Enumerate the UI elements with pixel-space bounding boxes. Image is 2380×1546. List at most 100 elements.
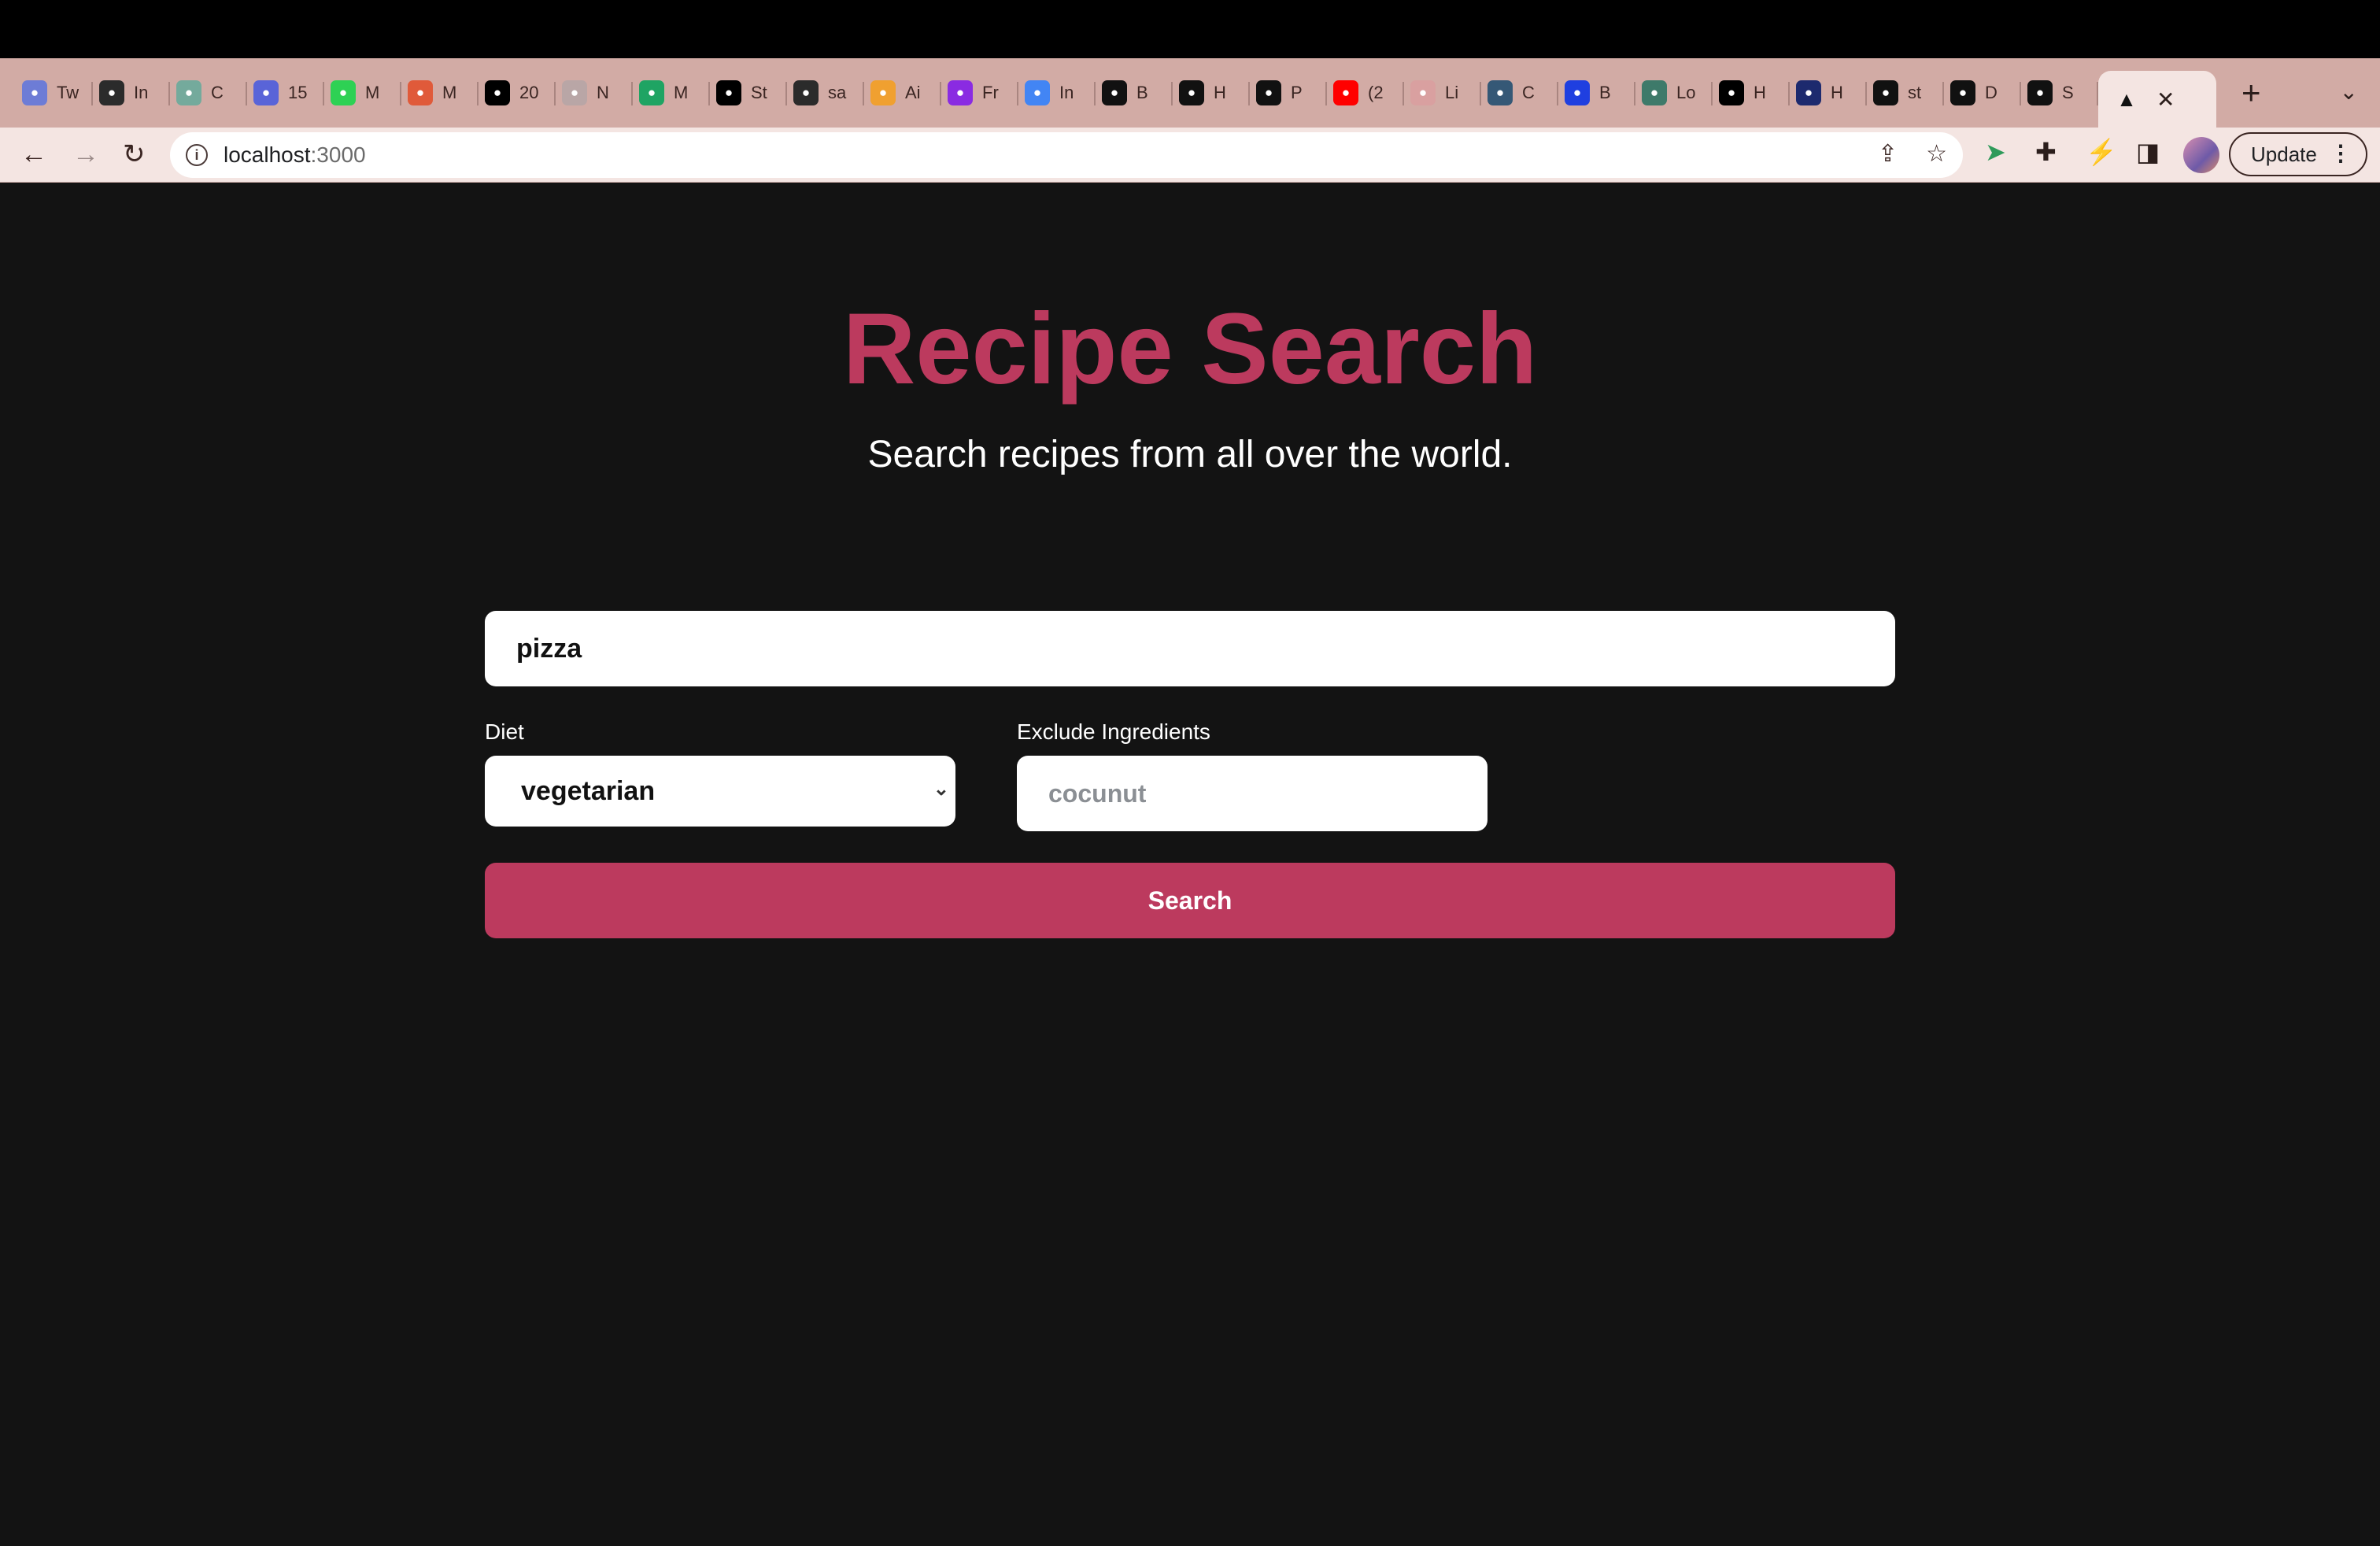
tab-label: M [442,83,457,102]
new-tab-button[interactable]: + [2241,76,2261,109]
close-icon[interactable]: ✕ [2156,87,2175,113]
back-icon[interactable]: ← [20,139,47,170]
tab-item[interactable]: ● M [633,68,710,118]
tds-icon: ● [1488,80,1513,105]
youtube-icon: ● [1333,80,1358,105]
wave-icon: ● [253,80,279,105]
tab-label: B [1599,83,1611,102]
tab-item[interactable]: ● st [1867,68,1944,118]
page-subtitle: Search recipes from all over the world. [867,434,1513,475]
bolt-icon[interactable]: ⚡ [2086,137,2117,167]
tab-label: P [1291,83,1303,102]
note-icon: ● [870,80,896,105]
search-input[interactable] [485,611,1895,686]
tab-item[interactable]: ● 20 [479,68,556,118]
tab-label: sa [828,83,847,102]
tab-label: In [134,83,149,102]
note-icon: ● [948,80,973,105]
tab-label: B [1136,83,1148,102]
code-icon: ● [331,80,356,105]
p-circle-icon: ● [1179,80,1204,105]
tab-label: M [674,83,689,102]
tab-item[interactable]: ● H [1173,68,1250,118]
tab-label: (2 [1368,83,1384,102]
update-button[interactable]: Update ⋮ [2229,132,2367,176]
tab-item[interactable]: ● C [1481,68,1558,118]
tab-label: C [211,83,224,102]
tab-label: St [751,83,767,102]
tab-label: Lo [1676,83,1696,102]
diet-select[interactable]: vegetarian ⌄ [485,756,955,827]
tab-item[interactable]: ● M [324,68,401,118]
tab-item[interactable]: ● Tw [16,68,93,118]
url-text: localhost:3000 [224,142,366,167]
tab-label: Li [1445,83,1459,102]
chevron-down-icon: ⌄ [933,779,949,800]
info-icon[interactable]: i [186,144,208,166]
diet-value: vegetarian [521,775,656,806]
tab-label: In [1059,83,1074,102]
bars-icon: ● [1950,80,1975,105]
chart-trend-icon: ● [22,80,47,105]
tab-item[interactable]: ● 15 [247,68,324,118]
page-title: Recipe Search [842,293,1538,405]
exclude-ingredients-input[interactable] [1017,756,1488,831]
circle-icon: ● [562,80,587,105]
tab-item[interactable]: ● B [1096,68,1173,118]
cloud-icon: ● [1025,80,1050,105]
puzzle-icon[interactable]: ✚ [2035,137,2057,167]
tab-item[interactable]: ● H [1713,68,1790,118]
tab-item[interactable]: ● D [1944,68,2021,118]
update-label: Update [2251,142,2317,166]
tab-item[interactable]: ● P [1250,68,1327,118]
tab-label: S [2062,83,2074,102]
send-icon[interactable]: ➤ [1985,137,2006,167]
exclude-label: Exclude Ingredients [1017,719,1210,744]
globe-icon: ● [793,80,819,105]
tab-active[interactable]: ▲ ✕ [2098,71,2216,128]
tab-item[interactable]: ● S [2021,68,2098,118]
tab-item[interactable]: ● In [1018,68,1096,118]
drive-icon: ● [639,80,664,105]
tab-item[interactable]: ● Ai [864,68,941,118]
tab-label: H [1831,83,1843,102]
tab-label: Ai [905,83,921,102]
globe-icon: ● [99,80,124,105]
tab-label: D [1985,83,1998,102]
stack-icon: ● [1873,80,1898,105]
tab-item[interactable]: ● N [556,68,633,118]
share-icon[interactable]: ⇪ [1878,140,1898,168]
forward-icon[interactable]: → [72,139,99,170]
tab-item[interactable]: ● M [401,68,479,118]
star-icon[interactable]: ☆ [1926,140,1947,168]
tab-item[interactable]: ● sa [787,68,864,118]
b-circle-icon: ● [1796,80,1821,105]
search-button[interactable]: Search [485,863,1895,938]
tab-item[interactable]: ● B [1558,68,1635,118]
medium-icon: ● [485,80,510,105]
tab-item[interactable]: ● C [170,68,247,118]
openai-icon: ● [176,80,201,105]
medium-icon: ● [716,80,741,105]
tab-item[interactable]: ● Fr [941,68,1018,118]
tab-list: ● Tw ● In ● C ● 15 ● M ● M ● 20 ● N ● M ● St ● sa ● Ai ● Fr ● In ● B ●… [16,68,2098,118]
sidebar-icon[interactable]: ◨ [2136,137,2160,167]
tab-strip: ● Tw ● In ● C ● 15 ● M ● M ● 20 ● N ● M ● St ● sa ● Ai ● Fr ● In ● B ●… [0,58,2380,128]
reload-icon[interactable]: ↻ [123,139,146,170]
address-bar[interactable]: i localhost:3000 ⇪ ☆ [170,132,1963,178]
tab-item[interactable]: ● In [93,68,170,118]
tab-item[interactable]: ● Lo [1635,68,1713,118]
chevron-down-icon[interactable]: ⌄ [2340,79,2358,105]
tab-item[interactable]: ● H [1790,68,1867,118]
medium-icon: ● [1719,80,1744,105]
tab-item[interactable]: ● St [710,68,787,118]
tab-item[interactable]: ● Li [1404,68,1481,118]
avatar-icon: ● [1410,80,1436,105]
diet-label: Diet [485,719,524,744]
more-icon: ⋮ [2330,141,2352,165]
browser-toolbar: ← → ↻ i localhost:3000 ⇪ ☆ ➤ ✚ ⚡ ◨ Updat… [0,128,2380,183]
tab-item[interactable]: ● (2 [1327,68,1404,118]
tab-label: Fr [982,83,999,102]
pin-icon: ● [1642,80,1667,105]
avatar[interactable] [2183,137,2219,173]
